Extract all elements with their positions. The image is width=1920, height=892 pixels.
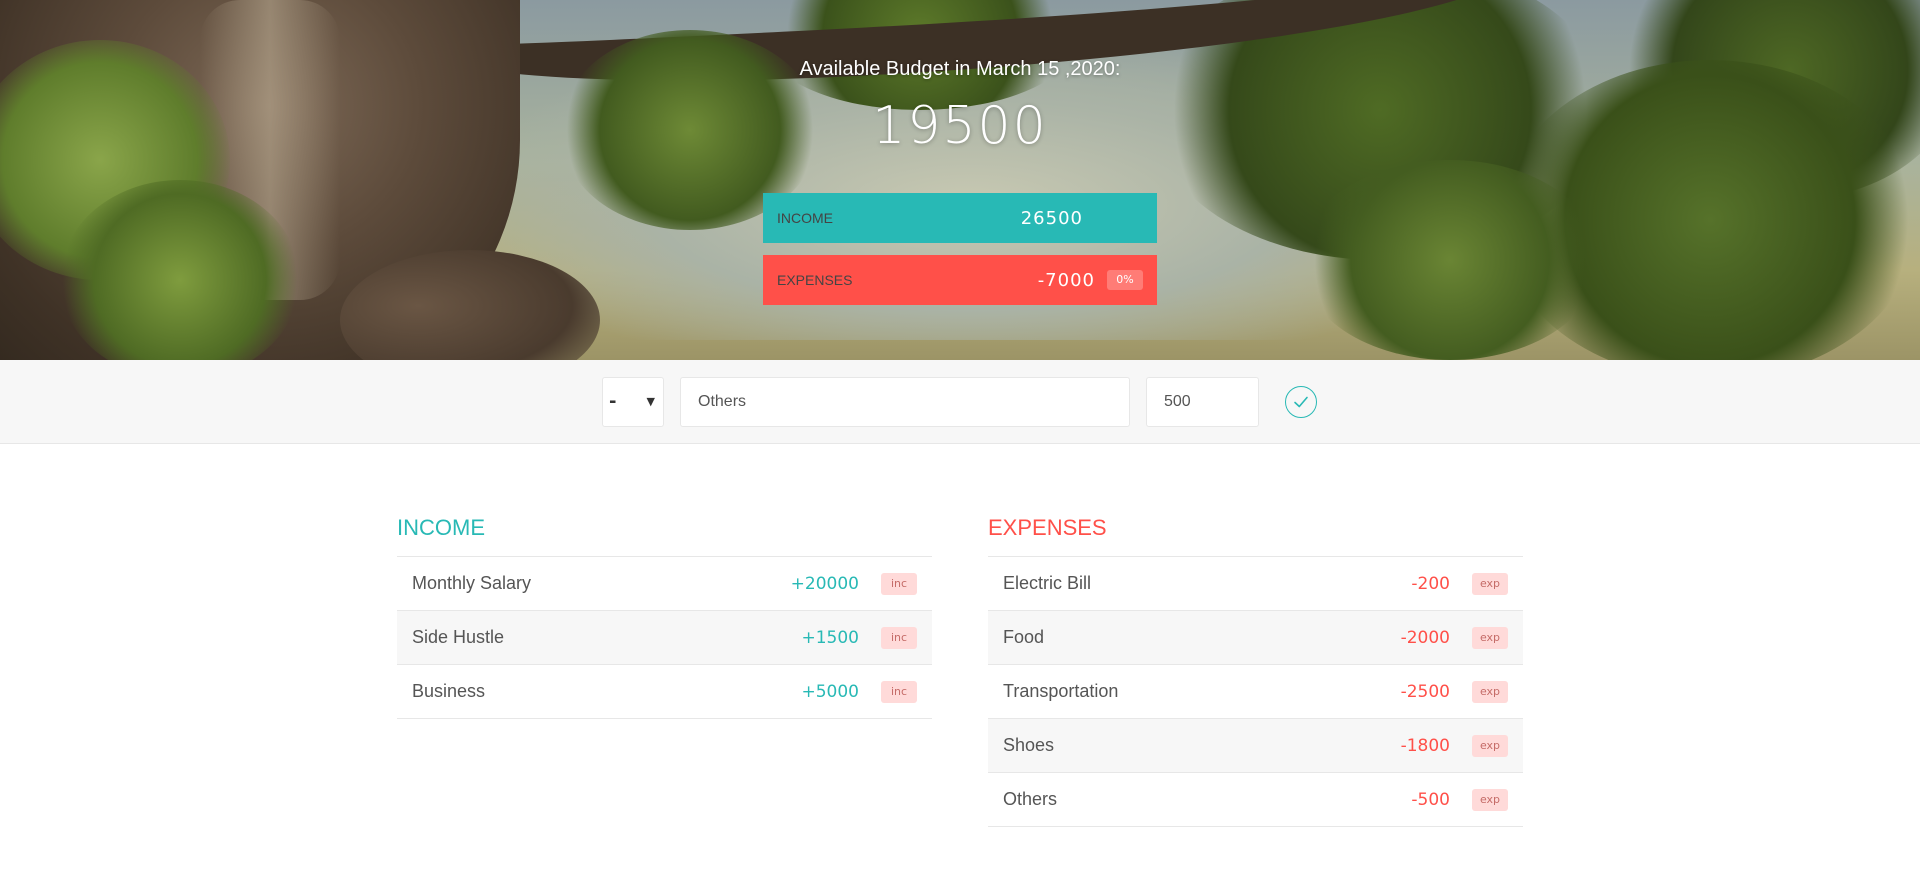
budget-summary: Available Budget in March 15 ,2020: 1950… (0, 0, 1920, 360)
item-value: +5000 (801, 681, 859, 702)
item-type-tag[interactable]: exp (1472, 734, 1508, 757)
item-value: -1800 (1400, 735, 1450, 756)
item-type-tag[interactable]: inc (881, 626, 917, 649)
expense-item[interactable]: Electric Bill -200 exp (988, 557, 1523, 611)
checkmark-icon (1294, 396, 1308, 408)
item-description: Others (1003, 789, 1058, 809)
budget-title: Available Budget in March 15 ,2020: (799, 58, 1121, 80)
expenses-list-container: EXPENSES Electric Bill -200 exp Food -20… (988, 510, 1523, 827)
item-value: +20000 (790, 573, 859, 594)
income-list: Monthly Salary +20000 inc Side Hustle +1… (397, 556, 932, 719)
expense-item[interactable]: Transportation -2500 exp (988, 665, 1523, 719)
add-type-select[interactable]: - ▼ (602, 377, 664, 427)
item-value: -500 (1411, 789, 1450, 810)
item-value: -200 (1411, 573, 1450, 594)
expense-item[interactable]: Food -2000 exp (988, 611, 1523, 665)
income-list-title: INCOME (397, 515, 485, 540)
item-value: -2000 (1400, 627, 1450, 648)
item-description: Food (1003, 627, 1045, 647)
expenses-list-title: EXPENSES (988, 515, 1107, 540)
income-list-container: INCOME Monthly Salary +20000 inc Side Hu… (397, 510, 932, 719)
expenses-percentage-badge: 0% (1107, 270, 1143, 290)
income-item[interactable]: Monthly Salary +20000 inc (397, 557, 932, 611)
expenses-summary-label: EXPENSES (777, 272, 853, 288)
item-type-tag[interactable]: exp (1472, 626, 1508, 649)
income-summary: INCOME 26500 (763, 193, 1157, 243)
item-type-tag[interactable]: exp (1472, 788, 1508, 811)
expense-item[interactable]: Shoes -1800 exp (988, 719, 1523, 773)
income-item[interactable]: Business +5000 inc (397, 665, 932, 719)
item-description: Transportation (1003, 681, 1119, 701)
item-type-tag[interactable]: exp (1472, 680, 1508, 703)
add-submit-button[interactable] (1285, 386, 1317, 418)
item-description: Electric Bill (1003, 573, 1092, 593)
add-value-input[interactable]: 500 (1146, 377, 1259, 427)
budget-header: Available Budget in March 15 ,2020: 1950… (0, 0, 1920, 360)
item-description: Shoes (1003, 735, 1055, 755)
item-type-tag[interactable]: inc (881, 572, 917, 595)
expenses-summary: EXPENSES -7000 0% (763, 255, 1157, 305)
income-summary-label: INCOME (777, 210, 833, 226)
income-summary-value: 26500 (1020, 207, 1083, 229)
income-item[interactable]: Side Hustle +1500 inc (397, 611, 932, 665)
add-type-value: - (609, 391, 617, 412)
item-value: +1500 (801, 627, 859, 648)
add-item-bar: - ▼ Others 500 (0, 360, 1920, 444)
item-type-tag[interactable]: exp (1472, 572, 1508, 595)
item-description: Monthly Salary (412, 573, 532, 593)
add-description-input[interactable]: Others (680, 377, 1130, 427)
expenses-list: Electric Bill -200 exp Food -2000 exp Tr… (988, 556, 1523, 827)
budget-value: 19500 (872, 96, 1048, 156)
expense-item[interactable]: Others -500 exp (988, 773, 1523, 827)
item-description: Side Hustle (412, 627, 505, 647)
item-description: Business (412, 681, 486, 701)
chevron-down-icon: ▼ (646, 395, 655, 408)
expenses-summary-value: -7000 (1037, 269, 1095, 291)
item-value: -2500 (1400, 681, 1450, 702)
item-type-tag[interactable]: inc (881, 680, 917, 703)
